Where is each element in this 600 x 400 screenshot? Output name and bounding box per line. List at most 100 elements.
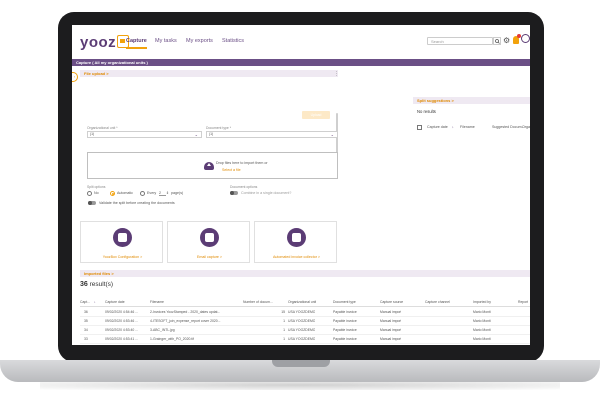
breadcrumb: Capture ( All my organizational units ) [72, 59, 530, 66]
split-suggestions-header[interactable]: Split suggestions > [413, 97, 530, 104]
split-automatic-label: Automatic [117, 191, 133, 195]
table-cell: 1-Grainger_with_PO_2020.tif [150, 337, 194, 341]
suggest-col-capture-date[interactable]: Capture date [427, 125, 448, 129]
table-cell: 4-ITESOFT_join_expense_report cover 2020… [150, 319, 221, 323]
yoozbox-config-tile[interactable]: YoozBox Configuration > [80, 221, 163, 263]
validate-split-toggle[interactable] [88, 201, 96, 205]
table-cell: Manual import [380, 328, 402, 332]
table-cell: 36 [84, 310, 88, 314]
top-bar: yooz Capture My tasks My exports Statist… [72, 25, 530, 60]
col-capture-date[interactable]: Capture date [105, 300, 125, 304]
suggest-col-filename[interactable]: Filename [460, 125, 475, 129]
nav-my-exports[interactable]: My exports [186, 38, 213, 44]
split-every-input[interactable]: 2 [159, 191, 166, 196]
search-icon[interactable] [493, 37, 501, 45]
table-row[interactable]: 34 09/02/2020 4:53:40 ... 3-ABC_INTL.jpg 1 U… [80, 326, 530, 335]
table-cell: Mario Monti [473, 328, 491, 332]
org-unit-label: Organizational unit * [87, 126, 118, 130]
imported-files-header[interactable]: Imported files > [80, 270, 530, 277]
table-cell: 09/02/2020 4:53:46 ... [105, 319, 138, 323]
result-count-number: 36 [80, 281, 88, 288]
app-screen: yooz Capture My tasks My exports Statist… [72, 25, 530, 345]
tile-label: YoozBox Configuration > [102, 255, 143, 259]
table-cell: 2-Invoices YoozStamped - 2020_dates upda… [150, 310, 221, 314]
more-options-icon[interactable]: ⋮ [334, 71, 339, 77]
table-cell: Manual import [380, 310, 402, 314]
table-row[interactable]: 36 09/02/2020 4:54:46 ... 2-Invoices YoozS… [80, 308, 530, 317]
tile-label: Email capture > [196, 255, 223, 259]
result-count-suffix: result(s) [89, 281, 114, 288]
table-cell: Payable invoice [333, 310, 357, 314]
table-cell: USA YOOZDEMO [288, 328, 316, 332]
table-cell: 1 [283, 328, 285, 332]
combine-label: Combine in a single document? [241, 191, 292, 195]
table-row[interactable]: 33 09/02/2020 4:53:41 ... 1-Grainger_with_… [80, 335, 530, 344]
document-options-label: Document options [230, 185, 258, 189]
upload-button[interactable]: Upload [302, 111, 330, 119]
nav-my-tasks[interactable]: My tasks [155, 38, 177, 44]
col-organizational-unit[interactable]: Organizational unit [288, 300, 316, 304]
table-cell: Payable invoice [333, 319, 357, 323]
user-icon[interactable] [521, 34, 530, 43]
tile-label: Automated invoice collector > [272, 255, 321, 259]
sort-desc-icon[interactable]: ↓ [452, 125, 454, 129]
split-stepper-icon[interactable]: ⇕ [166, 191, 169, 195]
col-report[interactable]: Report [518, 300, 528, 304]
table-cell: USA YOOZDEMO [288, 337, 316, 341]
split-page-label: page(s) [171, 191, 184, 195]
col-capture-channel[interactable]: Capture channel [425, 300, 450, 304]
org-unit-select[interactable]: (1) ⌄ [87, 131, 202, 138]
invoice-collector-tile[interactable]: Automated invoice collector > [254, 221, 337, 263]
table-cell: Mario Monti [473, 310, 491, 314]
table-cell: Manual import [380, 337, 402, 341]
split-every-label: Every [147, 191, 157, 195]
split-every-radio[interactable] [140, 191, 145, 196]
select-all-checkbox[interactable] [417, 125, 422, 130]
file-dropzone[interactable]: Drop files here to import them or Select… [87, 152, 338, 179]
drop-text: Drop files here to import them or [216, 161, 268, 165]
table-cell: Mario Monti [473, 337, 491, 341]
table-cell: 33 [84, 337, 88, 341]
col-number-of-documents[interactable]: Number of docum... [243, 300, 273, 304]
sort-desc-icon[interactable]: ↓ [94, 300, 96, 304]
select-file-link[interactable]: Select a file [222, 168, 241, 172]
result-count: 36 result(s) [80, 281, 113, 288]
table-header: Capt... ↓ Capture date Filename Number o… [80, 299, 530, 307]
col-filename[interactable]: Filename [150, 300, 164, 304]
split-no-radio[interactable] [87, 191, 92, 196]
split-automatic-radio[interactable] [110, 191, 115, 196]
col-document-type[interactable]: Document type [333, 300, 356, 304]
nav-statistics[interactable]: Statistics [222, 38, 244, 44]
chevron-down-icon: ⌄ [194, 132, 198, 137]
chevron-down-icon: ⌄ [330, 132, 334, 137]
col-capture-source[interactable]: Capture source [380, 300, 403, 304]
printer-icon [113, 228, 132, 247]
table-cell: Manual import [380, 319, 402, 323]
table-cell: Payable invoice [333, 328, 357, 332]
doc-type-select[interactable]: (1) ⌄ [206, 131, 338, 138]
yooz-logo[interactable]: yooz [80, 34, 130, 51]
table-row[interactable]: 35 09/02/2020 4:53:46 ... 4-ITESOFT_join_e… [80, 317, 530, 326]
table-cell: 09/02/2020 4:54:46 ... [105, 310, 138, 314]
suggest-col-suggested[interactable]: Suggested Docum... [492, 125, 525, 129]
nav-capture[interactable]: Capture [126, 38, 147, 49]
table-cell: 09/02/2020 4:53:41 ... [105, 337, 138, 341]
col-capture-id[interactable]: Capt... [80, 300, 90, 304]
col-imported-by[interactable]: Imported by [473, 300, 491, 304]
table-cell: Mario Monti [473, 319, 491, 323]
file-upload-header[interactable]: File upload > [80, 70, 338, 77]
doc-type-label: Document type * [206, 126, 232, 130]
table-cell: 1 [283, 319, 285, 323]
email-capture-tile[interactable]: Email capture > [167, 221, 250, 263]
email-icon [200, 228, 219, 247]
logo-text: yooz [80, 34, 117, 51]
table-cell: Payable invoice [333, 337, 357, 341]
search-input[interactable]: Search [427, 37, 493, 45]
table-cell: 15 [281, 310, 285, 314]
combine-toggle[interactable] [230, 191, 238, 195]
table-cell: USA YOOZDEMO [288, 319, 316, 323]
split-options-label: Split options [87, 185, 106, 189]
expand-arrow-icon[interactable]: › [72, 72, 78, 82]
gear-icon[interactable]: ⚙ [503, 37, 510, 45]
suggest-col-org[interactable]: Orga [522, 125, 530, 129]
